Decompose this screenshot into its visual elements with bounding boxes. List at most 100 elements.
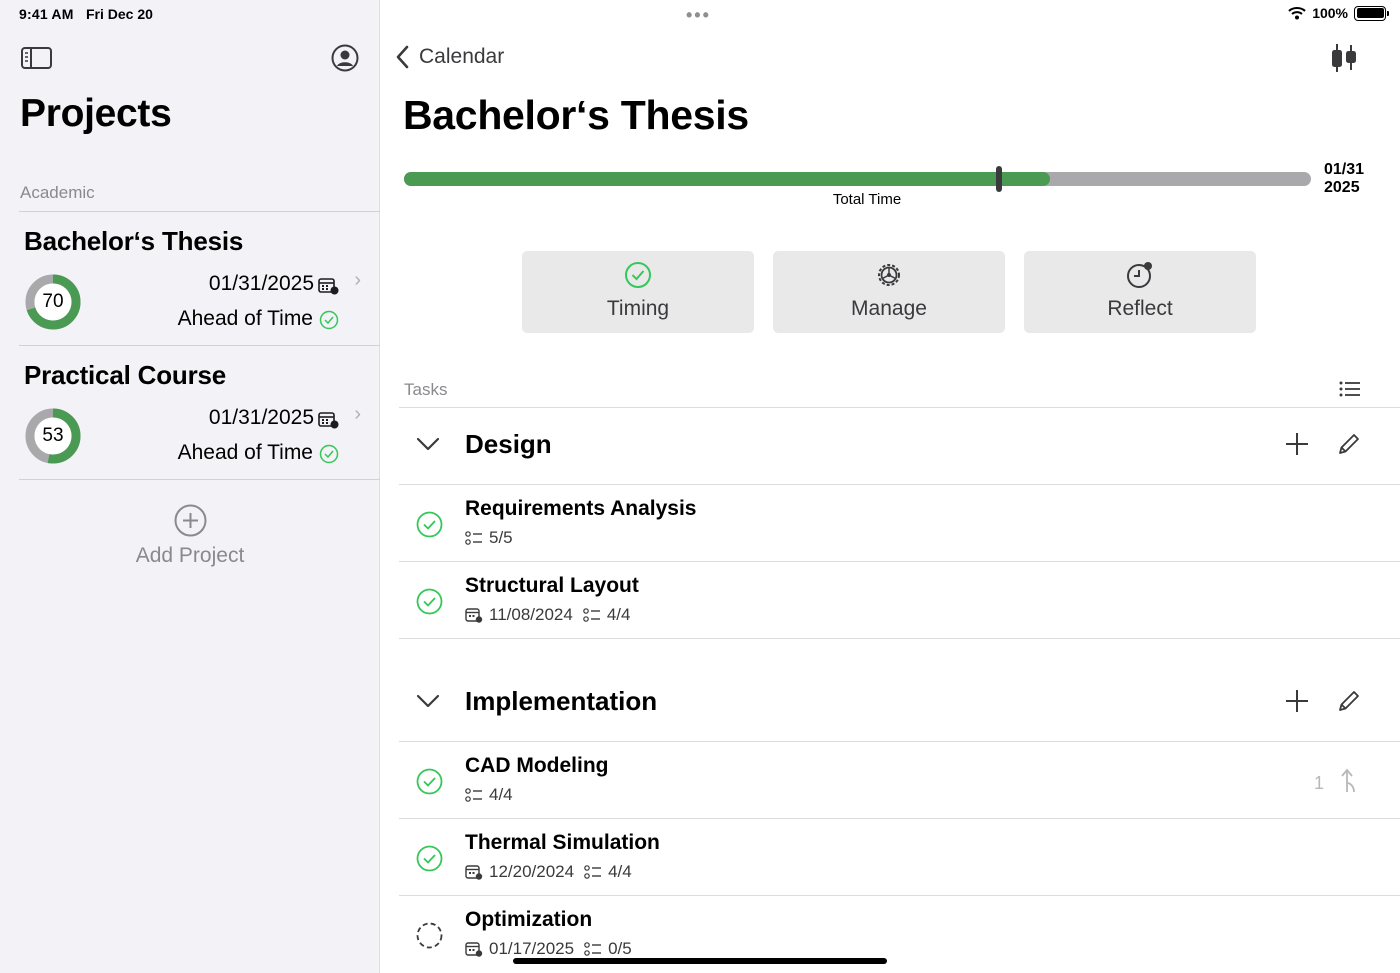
- project-name: Practical Course: [24, 360, 227, 390]
- task-row[interactable]: Thermal Simulation 12/20/2024 4/4: [399, 819, 1400, 896]
- deadline-date: 01/31: [1324, 161, 1365, 178]
- calendar-icon: [465, 608, 483, 623]
- today-marker: [995, 166, 1002, 192]
- project-date: 01/31/2025: [208, 406, 314, 429]
- progress-label: Total Time: [832, 191, 902, 208]
- task-date: 01/17/2025: [489, 939, 575, 958]
- chevron-down-icon[interactable]: [416, 436, 440, 452]
- wifi-icon: [1288, 7, 1306, 20]
- project-date: 01/31/2025: [208, 272, 314, 295]
- deadline-year: 2025: [1324, 179, 1360, 196]
- add-project-button[interactable]: Add Project: [0, 544, 380, 568]
- deadline-label: 01/31 2025: [1324, 161, 1364, 197]
- project-status: Ahead of Time: [177, 307, 313, 330]
- chevron-down-icon[interactable]: [416, 693, 440, 709]
- timing-button[interactable]: Timing: [522, 251, 754, 333]
- checkmark-circle-icon: [319, 310, 339, 330]
- profile-icon[interactable]: [331, 44, 359, 72]
- progress-value: 53: [42, 425, 64, 446]
- checkmark-circle-icon: [319, 444, 339, 464]
- incomplete-circle-icon[interactable]: [416, 922, 443, 949]
- project-row-practical-course[interactable]: Practical Course 53 01/31/2025 › Ahead o…: [19, 346, 380, 479]
- task-meta: 11/08/2024 4/4: [465, 605, 630, 625]
- divider: [399, 638, 1400, 639]
- project-name: Bachelor‘s Thesis: [24, 226, 244, 256]
- status-indicators: 100%: [1288, 5, 1389, 21]
- checklist-icon: [583, 608, 600, 622]
- section-label: Academic: [20, 183, 95, 202]
- timing-label: Timing: [606, 297, 670, 320]
- clock-badge-icon: [1127, 262, 1152, 288]
- manage-label: Manage: [851, 297, 927, 320]
- list-icon[interactable]: [1339, 380, 1361, 398]
- pencil-icon[interactable]: [1337, 432, 1361, 456]
- status-date: Fri Dec 20: [86, 6, 153, 22]
- add-task-icon[interactable]: [1285, 432, 1309, 456]
- group-name: Implementation: [465, 686, 658, 716]
- back-button[interactable]: Calendar: [395, 45, 504, 69]
- sidebar: 9:41 AM Fri Dec 20 Projects Academic Bac…: [0, 0, 380, 973]
- subtask-count: 5/5: [489, 528, 513, 547]
- checklist-icon: [584, 865, 602, 879]
- manage-button[interactable]: Manage: [773, 251, 1005, 333]
- chevron-right-icon: ›: [354, 403, 361, 425]
- task-row[interactable]: CAD Modeling 4/4 1: [399, 742, 1400, 819]
- dependency-count: 1: [1314, 773, 1325, 793]
- divider: [19, 479, 380, 480]
- task-name: CAD Modeling: [465, 754, 609, 777]
- checklist-icon: [584, 942, 602, 956]
- subtask-count: 0/5: [608, 939, 632, 958]
- calendar-icon: [465, 942, 483, 957]
- project-status: Ahead of Time: [177, 441, 313, 464]
- checkmark-circle-icon[interactable]: [416, 588, 443, 615]
- chevron-right-icon: ›: [354, 269, 361, 291]
- subtask-count: 4/4: [606, 605, 631, 624]
- multitasking-dots-icon[interactable]: •••: [686, 5, 711, 26]
- calendar-icon: [465, 865, 483, 880]
- subtask-count: 4/4: [489, 785, 513, 804]
- battery-percent: 100%: [1312, 5, 1348, 21]
- branch-arrow-icon[interactable]: [1339, 768, 1359, 794]
- task-date: 12/20/2024: [489, 862, 575, 881]
- checklist-icon: [465, 531, 482, 545]
- checkmark-circle-icon[interactable]: [416, 768, 443, 795]
- add-circle-icon[interactable]: [174, 504, 207, 537]
- task-row[interactable]: Requirements Analysis 5/5: [399, 485, 1400, 562]
- project-row-bachelors-thesis[interactable]: Bachelor‘s Thesis 70 01/31/2025 › Ahead …: [19, 212, 380, 345]
- add-task-icon[interactable]: [1285, 689, 1309, 713]
- page-title: Bachelor‘s Thesis: [403, 92, 749, 138]
- checkmark-circle-icon[interactable]: [416, 511, 443, 538]
- task-date: 11/08/2024: [489, 605, 573, 624]
- subtask-count: 4/4: [608, 862, 632, 881]
- pencil-icon[interactable]: [1337, 689, 1361, 713]
- gear-icon: [878, 264, 900, 286]
- candlestick-icon[interactable]: [1329, 42, 1359, 74]
- reflect-button[interactable]: Reflect: [1024, 251, 1256, 333]
- task-name: Thermal Simulation: [465, 831, 660, 854]
- task-name: Optimization: [465, 908, 593, 931]
- chevron-left-icon: [396, 45, 409, 69]
- checkmark-circle-icon[interactable]: [416, 845, 443, 872]
- group-name: Design: [465, 429, 552, 459]
- battery-icon: [1354, 5, 1389, 21]
- tasks-section-label: Tasks: [404, 380, 448, 399]
- task-meta: 12/20/2024 4/4: [465, 862, 632, 882]
- checklist-icon: [465, 788, 482, 802]
- task-name: Requirements Analysis: [465, 497, 697, 520]
- task-group-header-design: Design: [399, 408, 1400, 484]
- sidebar-toggle-icon[interactable]: [21, 46, 52, 70]
- calendar-icon: [318, 278, 339, 295]
- task-name: Structural Layout: [465, 574, 639, 597]
- status-time: 9:41 AM: [19, 6, 74, 22]
- task-meta: 5/5: [465, 528, 513, 548]
- task-group-header-implementation: Implementation: [399, 665, 1400, 741]
- task-row[interactable]: Structural Layout 11/08/2024 4/4: [399, 562, 1400, 639]
- time-progress-fill: [404, 172, 1050, 186]
- calendar-icon: [318, 412, 339, 429]
- sidebar-title: Projects: [20, 92, 172, 135]
- home-indicator[interactable]: [513, 958, 887, 964]
- back-label: Calendar: [419, 45, 505, 68]
- time-progress-bar: [404, 172, 1311, 186]
- progress-value: 70: [42, 291, 64, 312]
- checkmark-circle-icon: [625, 262, 651, 288]
